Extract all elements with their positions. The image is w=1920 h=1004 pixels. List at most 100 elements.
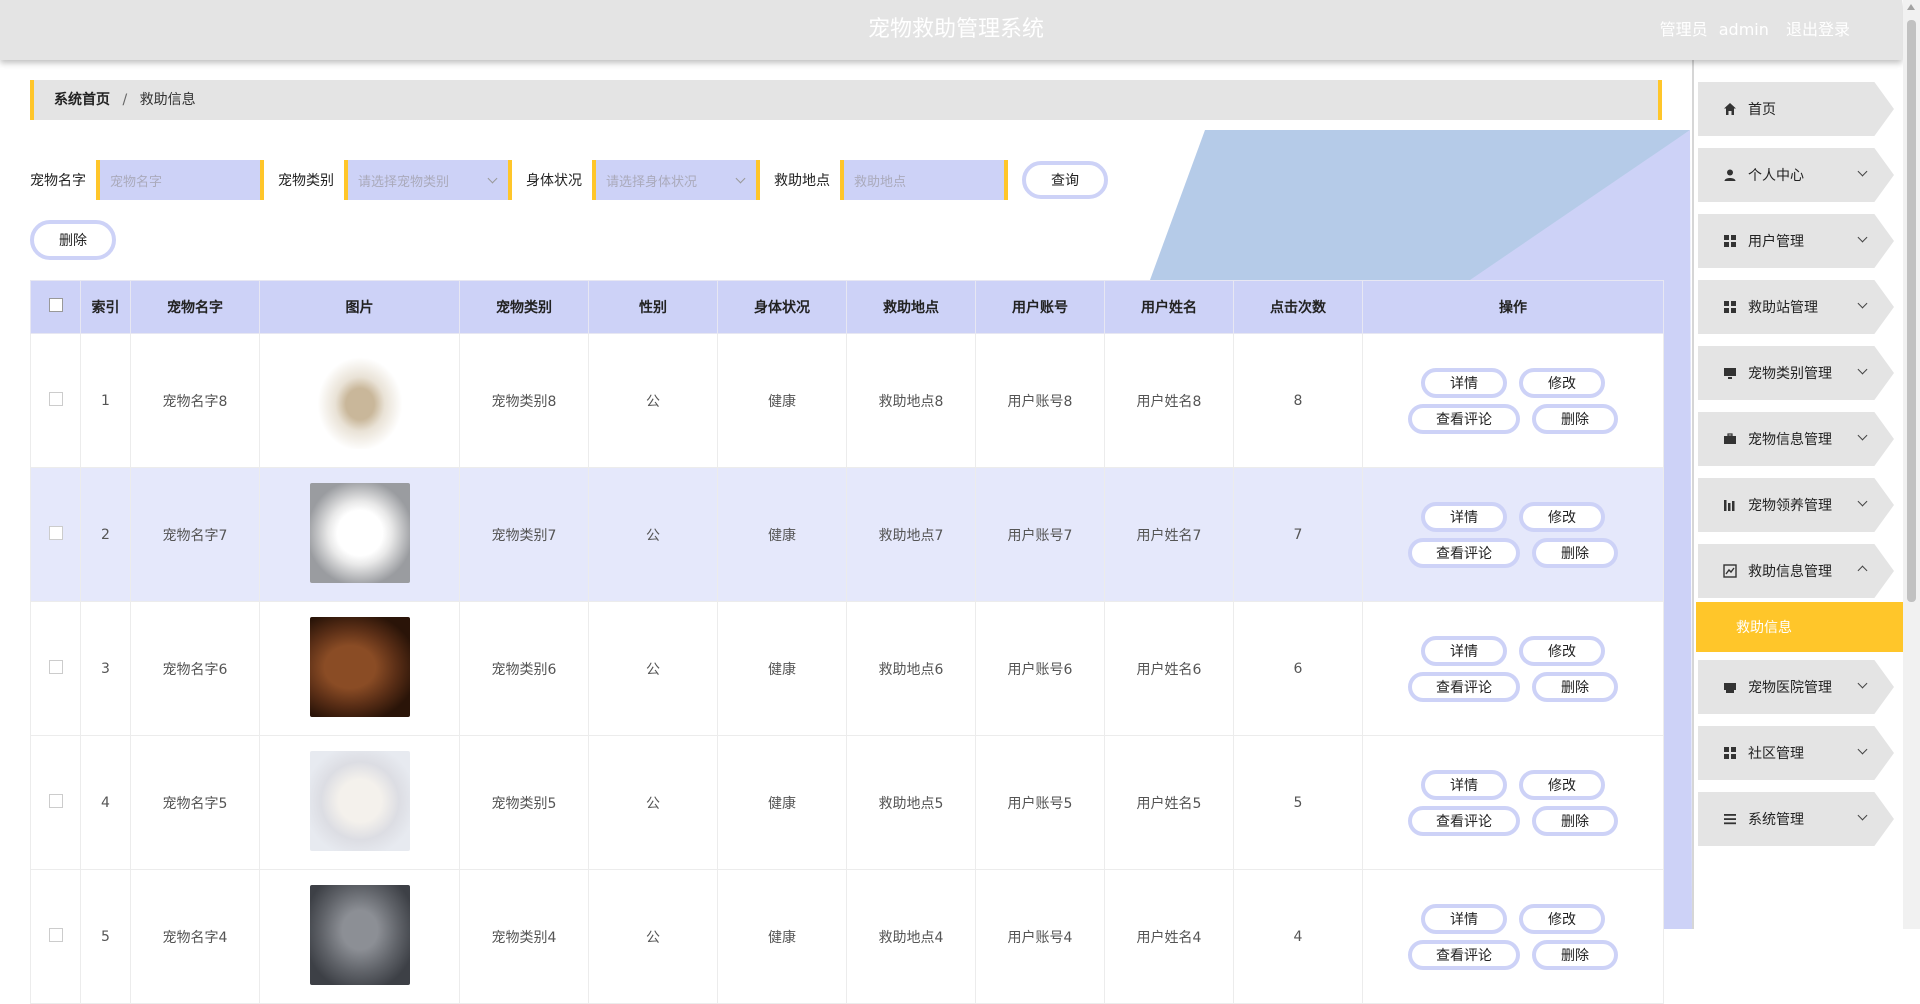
edit-button[interactable]: 修改 (1519, 903, 1605, 934)
row-select-cell[interactable] (30, 601, 81, 736)
view-comments-button[interactable]: 查看评论 (1408, 671, 1520, 702)
dog-and-kitten-photo[interactable] (309, 616, 410, 717)
row-checkbox[interactable] (48, 391, 63, 406)
row-pet-type: 宠物类别6 (459, 601, 589, 736)
breadcrumb-separator: / (122, 92, 128, 108)
health-select[interactable]: 请选择身体状况 (592, 160, 760, 200)
gray-cat-photo[interactable] (309, 884, 410, 985)
row-username: 用户姓名4 (1104, 869, 1234, 1004)
row-username: 用户姓名5 (1104, 735, 1234, 870)
sidebar-item-5[interactable]: 宠物信息管理 (1698, 412, 1894, 466)
sidebar-item-label: 个人中心 (1748, 168, 1804, 184)
white-pomeranian-photo[interactable] (309, 482, 410, 583)
sidebar-subitem-rescue-info[interactable]: 救助信息 (1696, 602, 1905, 652)
column-header: 宠物名字 (130, 280, 260, 334)
pet-type-select[interactable]: 请选择宠物类别 (344, 160, 512, 200)
location-input[interactable]: 救助地点 (840, 160, 1008, 200)
edit-button[interactable]: 修改 (1519, 501, 1605, 532)
row-delete-button[interactable]: 删除 (1532, 805, 1618, 836)
query-button[interactable]: 查询 (1022, 161, 1108, 199)
chevron-down-icon (487, 173, 498, 184)
row-location: 救助地点7 (846, 467, 976, 602)
row-image-cell (259, 333, 460, 468)
logout-link[interactable]: 退出登录 (1786, 20, 1850, 39)
row-checkbox[interactable] (48, 793, 63, 808)
sidebar-item-label: 宠物医院管理 (1748, 680, 1832, 696)
column-header: 图片 (259, 280, 460, 334)
detail-button[interactable]: 详情 (1421, 903, 1507, 934)
sidebar-item-label: 宠物类别管理 (1748, 366, 1832, 382)
row-index: 2 (80, 467, 131, 602)
sidebar-item-label: 用户管理 (1748, 234, 1804, 250)
detail-button[interactable]: 详情 (1421, 769, 1507, 800)
sidebar-item-8[interactable]: 宠物医院管理 (1698, 660, 1894, 714)
select-all-checkbox[interactable] (48, 298, 63, 312)
chevron-down-icon (1857, 166, 1868, 177)
row-select-cell[interactable] (30, 735, 81, 870)
row-delete-button[interactable]: 删除 (1532, 537, 1618, 568)
edit-button[interactable]: 修改 (1519, 367, 1605, 398)
row-gender: 公 (588, 467, 718, 602)
chevron-up-icon (1857, 565, 1868, 576)
pet-name-label: 宠物名字 (30, 173, 86, 189)
sidebar-item-9[interactable]: 社区管理 (1698, 726, 1894, 780)
view-comments-button[interactable]: 查看评论 (1408, 403, 1520, 434)
edit-button[interactable]: 修改 (1519, 769, 1605, 800)
scroll-thumb[interactable] (1907, 20, 1916, 602)
row-checkbox[interactable] (48, 525, 63, 540)
row-pet-type: 宠物类别7 (459, 467, 589, 602)
health-label: 身体状况 (526, 173, 582, 189)
sidebar-item-3[interactable]: 救助站管理 (1698, 280, 1894, 334)
row-account: 用户账号6 (975, 601, 1105, 736)
table-row: 4 宠物名字5 宠物类别5 公健康 救助地点5 用户账号5 用户姓名5 5 详情 修改 查看评论 删除 (30, 735, 1664, 870)
row-checkbox[interactable] (48, 927, 63, 942)
row-actions: 详情 修改查看评论 删除 (1362, 601, 1664, 736)
monitor-icon (1722, 365, 1738, 381)
row-clicks: 6 (1233, 601, 1363, 736)
row-index: 4 (80, 735, 131, 870)
chevron-down-icon (1857, 364, 1868, 375)
white-kitten-photo[interactable] (309, 750, 410, 851)
view-comments-button[interactable]: 查看评论 (1408, 537, 1520, 568)
rabbit-photo[interactable] (309, 348, 410, 449)
row-select-cell[interactable] (30, 467, 81, 602)
sidebar-item-label: 宠物领养管理 (1748, 498, 1832, 514)
detail-button[interactable]: 详情 (1421, 501, 1507, 532)
row-pet-type: 宠物类别8 (459, 333, 589, 468)
sidebar-item-2[interactable]: 用户管理 (1698, 214, 1894, 268)
breadcrumb-home[interactable]: 系统首页 (54, 92, 110, 108)
table-header-row: 索引 宠物名字 图片 宠物类别 性别 身体状况 救助地点 用户账号 用户姓名 点… (30, 280, 1664, 334)
sidebar-item-0[interactable]: 首页 (1698, 82, 1894, 136)
sidebar-item-10[interactable]: 系统管理 (1698, 792, 1894, 846)
view-comments-button[interactable]: 查看评论 (1408, 939, 1520, 970)
select-all-cell[interactable] (30, 280, 81, 334)
row-username: 用户姓名8 (1104, 333, 1234, 468)
row-select-cell[interactable] (30, 869, 81, 1004)
row-clicks: 5 (1233, 735, 1363, 870)
detail-button[interactable]: 详情 (1421, 635, 1507, 666)
sidebar: 救助信息 首页个人中心用户管理救助站管理宠物类别管理 宠物信息管理 宠物领养管理救助… (1692, 60, 1905, 929)
sidebar-item-6[interactable]: 宠物领养管理 (1698, 478, 1894, 532)
sidebar-item-1[interactable]: 个人中心 (1698, 148, 1894, 202)
row-username: 用户姓名6 (1104, 601, 1234, 736)
sidebar-item-4[interactable]: 宠物类别管理 (1698, 346, 1894, 400)
row-actions: 详情 修改查看评论 删除 (1362, 467, 1664, 602)
edit-button[interactable]: 修改 (1519, 635, 1605, 666)
row-delete-button[interactable]: 删除 (1532, 671, 1618, 702)
sidebar-item-label: 宠物信息管理 (1748, 432, 1832, 448)
scroll-up-arrow-icon[interactable] (1907, 4, 1915, 10)
row-checkbox[interactable] (48, 659, 63, 674)
chevron-down-icon (735, 173, 746, 184)
column-header: 点击次数 (1233, 280, 1363, 334)
batch-delete-button[interactable]: 删除 (30, 220, 116, 260)
row-pet-name: 宠物名字8 (130, 333, 260, 468)
sidebar-item-7[interactable]: 救助信息管理 (1698, 544, 1894, 598)
row-select-cell[interactable] (30, 333, 81, 468)
row-delete-button[interactable]: 删除 (1532, 403, 1618, 434)
view-comments-button[interactable]: 查看评论 (1408, 805, 1520, 836)
pet-name-input[interactable]: 宠物名字 (96, 160, 264, 200)
detail-button[interactable]: 详情 (1421, 367, 1507, 398)
page-scrollbar[interactable] (1903, 0, 1920, 929)
sidebar-item-label: 系统管理 (1748, 812, 1804, 828)
row-delete-button[interactable]: 删除 (1532, 939, 1618, 970)
